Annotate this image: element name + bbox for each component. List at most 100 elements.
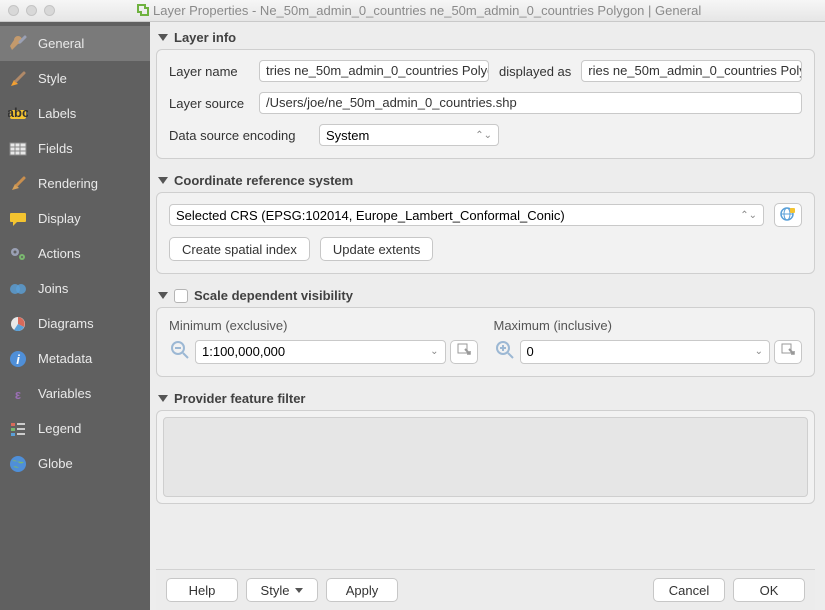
chevron-down-icon: ⌄: [430, 346, 438, 357]
help-button[interactable]: Help: [166, 578, 238, 602]
sidebar-item-joins[interactable]: Joins: [0, 271, 150, 306]
section-title: Coordinate reference system: [174, 173, 353, 188]
chevron-down-icon: [295, 588, 303, 593]
sidebar-item-label: Fields: [38, 141, 73, 156]
bottom-button-bar: Help Style Apply Cancel OK: [156, 569, 815, 610]
section-header-filter[interactable]: Provider feature filter: [156, 387, 815, 410]
layer-source-input[interactable]: /Users/joe/ne_50m_admin_0_countries.shp: [259, 92, 802, 114]
sidebar-item-general[interactable]: General: [0, 26, 150, 61]
filter-textarea[interactable]: [163, 417, 808, 497]
sidebar-item-metadata[interactable]: i Metadata: [0, 341, 150, 376]
main-panel: Layer info Layer name tries ne_50m_admin…: [150, 22, 825, 610]
apply-button[interactable]: Apply: [326, 578, 398, 602]
close-window-button[interactable]: [8, 5, 19, 16]
crs-select[interactable]: Selected CRS (EPSG:102014, Europe_Lamber…: [169, 204, 764, 226]
filter-panel: [156, 410, 815, 504]
sidebar-item-style[interactable]: Style: [0, 61, 150, 96]
sidebar-item-label: Display: [38, 211, 81, 226]
sidebar-item-fields[interactable]: Fields: [0, 131, 150, 166]
sidebar-item-diagrams[interactable]: Diagrams: [0, 306, 150, 341]
sidebar-item-label: Legend: [38, 421, 81, 436]
encoding-value: System: [326, 128, 369, 143]
map-scale-icon: [780, 342, 796, 361]
brush-icon: [8, 174, 28, 194]
update-extents-button[interactable]: Update extents: [320, 237, 433, 261]
gears-icon: [8, 244, 28, 264]
cancel-button[interactable]: Cancel: [653, 578, 725, 602]
pie-chart-icon: [8, 314, 28, 334]
collapse-triangle-icon: [158, 177, 168, 184]
sidebar-item-legend[interactable]: Legend: [0, 411, 150, 446]
create-spatial-index-button[interactable]: Create spatial index: [169, 237, 310, 261]
displayed-as-input[interactable]: ries ne_50m_admin_0_countries Polygon: [581, 60, 802, 82]
sidebar-item-label: Globe: [38, 456, 73, 471]
section-header-layer-info[interactable]: Layer info: [156, 26, 815, 49]
layer-info-panel: Layer name tries ne_50m_admin_0_countrie…: [156, 49, 815, 159]
max-scale-value: 0: [527, 344, 534, 359]
sidebar-item-labels[interactable]: abc Labels: [0, 96, 150, 131]
chevron-down-icon: ⌄: [755, 346, 763, 357]
layer-name-input[interactable]: tries ne_50m_admin_0_countries Polygon: [259, 60, 489, 82]
paintbrush-icon: [8, 69, 28, 89]
layer-name-label: Layer name: [169, 64, 249, 79]
window-title: Layer Properties - Ne_50m_admin_0_countr…: [153, 3, 701, 18]
scale-visibility-checkbox[interactable]: [174, 289, 188, 303]
minimize-window-button[interactable]: [26, 5, 37, 16]
encoding-label: Data source encoding: [169, 128, 309, 143]
crs-value: Selected CRS (EPSG:102014, Europe_Lamber…: [176, 208, 565, 223]
sidebar-item-actions[interactable]: Actions: [0, 236, 150, 271]
collapse-triangle-icon: [158, 292, 168, 299]
map-scale-icon: [456, 342, 472, 361]
globe-icon: [8, 454, 28, 474]
max-scale-input[interactable]: 0 ⌄: [520, 340, 771, 364]
min-scale-input[interactable]: 1:100,000,000 ⌄: [195, 340, 446, 364]
layer-properties-window: Layer Properties - Ne_50m_admin_0_countr…: [0, 0, 825, 610]
epsilon-icon: ε: [8, 384, 28, 404]
zoom-window-button[interactable]: [44, 5, 55, 16]
sidebar-item-label: Rendering: [38, 176, 98, 191]
sidebar-item-rendering[interactable]: Rendering: [0, 166, 150, 201]
sidebar-item-variables[interactable]: ε Variables: [0, 376, 150, 411]
section-title: Provider feature filter: [174, 391, 306, 406]
min-scale-label: Minimum (exclusive): [169, 318, 478, 333]
speech-bubble-icon: [8, 209, 28, 229]
legend-icon: [8, 419, 28, 439]
style-menu-button[interactable]: Style: [246, 578, 318, 602]
sidebar-item-label: Actions: [38, 246, 81, 261]
crs-globe-icon: [780, 206, 796, 225]
encoding-select[interactable]: System ⌃⌄: [319, 124, 499, 146]
sidebar-item-label: Joins: [38, 281, 68, 296]
sidebar-item-label: General: [38, 36, 84, 51]
titlebar: Layer Properties - Ne_50m_admin_0_countr…: [0, 0, 825, 22]
chevron-updown-icon: ⌃⌄: [475, 130, 492, 141]
sidebar: General Style abc Labels Fields Renderin…: [0, 22, 150, 610]
zoom-out-icon: [169, 339, 191, 364]
sidebar-item-label: Labels: [38, 106, 76, 121]
label-icon: abc: [8, 104, 28, 124]
wrench-icon: [8, 34, 28, 54]
svg-text:abc: abc: [8, 105, 28, 120]
svg-text:ε: ε: [15, 387, 21, 402]
sidebar-item-label: Diagrams: [38, 316, 94, 331]
crs-panel: Selected CRS (EPSG:102014, Europe_Lamber…: [156, 192, 815, 274]
chevron-updown-icon: ⌃⌄: [740, 210, 757, 221]
max-scale-label: Maximum (inclusive): [494, 318, 803, 333]
zoom-in-icon: [494, 339, 516, 364]
min-scale-map-button[interactable]: [450, 340, 478, 364]
collapse-triangle-icon: [158, 34, 168, 41]
max-scale-map-button[interactable]: [774, 340, 802, 364]
table-icon: [8, 139, 28, 159]
collapse-triangle-icon: [158, 395, 168, 402]
ok-button[interactable]: OK: [733, 578, 805, 602]
join-icon: [8, 279, 28, 299]
scale-panel: Minimum (exclusive) 1:100,000,000 ⌄: [156, 307, 815, 377]
min-scale-value: 1:100,000,000: [202, 344, 285, 359]
sidebar-item-display[interactable]: Display: [0, 201, 150, 236]
sidebar-item-label: Variables: [38, 386, 91, 401]
section-header-scale[interactable]: Scale dependent visibility: [156, 284, 815, 307]
crs-picker-button[interactable]: [774, 203, 802, 227]
section-title: Scale dependent visibility: [194, 288, 353, 303]
section-header-crs[interactable]: Coordinate reference system: [156, 169, 815, 192]
sidebar-item-globe[interactable]: Globe: [0, 446, 150, 481]
displayed-as-label: displayed as: [499, 64, 571, 79]
